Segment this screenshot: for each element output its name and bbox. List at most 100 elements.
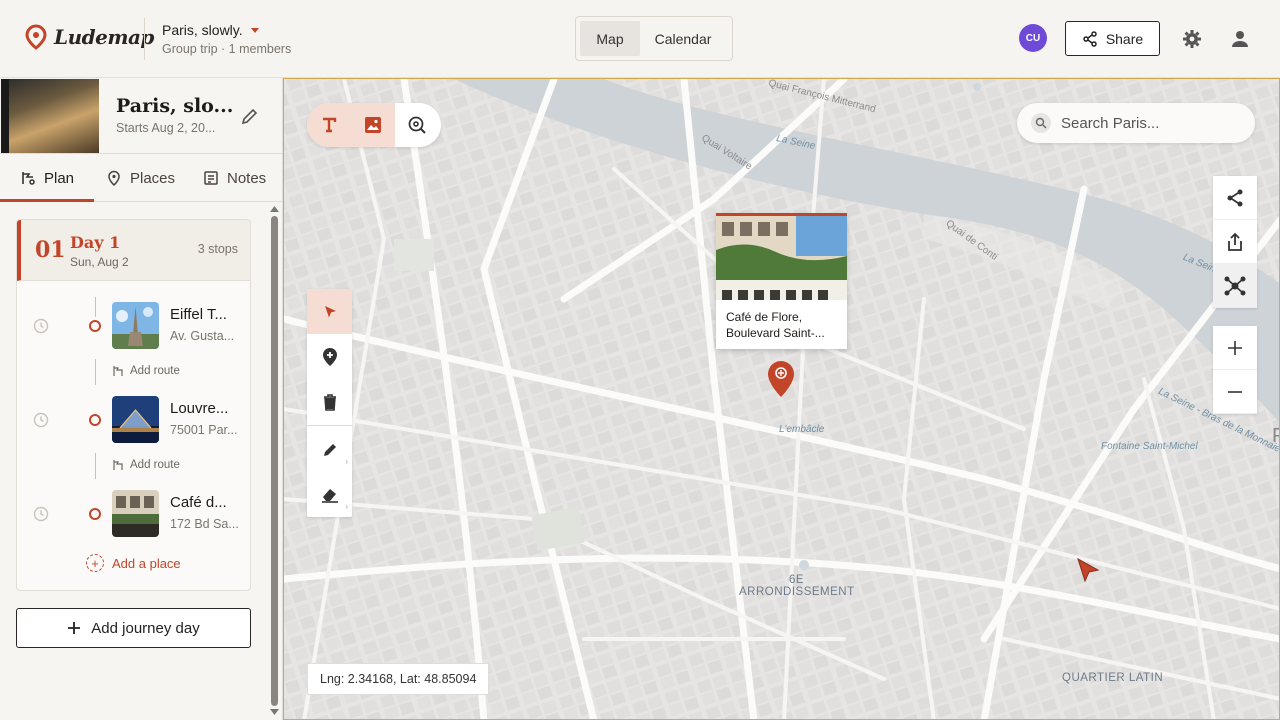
share-map-button[interactable] xyxy=(1213,176,1257,220)
add-route-button[interactable]: Add route xyxy=(112,459,180,471)
minus-icon xyxy=(1228,390,1242,393)
add-pin-icon xyxy=(322,347,337,366)
clock-icon[interactable] xyxy=(33,506,49,522)
day-header[interactable]: 01 Day 1 Sun, Aug 2 3 stops xyxy=(17,220,250,281)
clock-icon[interactable] xyxy=(33,412,49,428)
trip-cover-image xyxy=(1,79,99,153)
timeline-line xyxy=(95,359,96,385)
timeline-line xyxy=(95,453,96,479)
location-search-tool-button[interactable] xyxy=(395,103,439,147)
search-icon xyxy=(1031,113,1051,133)
export-icon xyxy=(1228,232,1242,251)
trip-card: Paris, slo... Starts Aug 2, 20... xyxy=(0,78,283,154)
day-name: Day 1 xyxy=(70,233,121,252)
select-tool-button[interactable] xyxy=(307,289,352,334)
settings-icon[interactable] xyxy=(1181,28,1203,50)
annotation-toolbar xyxy=(307,103,441,147)
list-item[interactable]: Café d... 172 Bd Sa... xyxy=(17,489,250,539)
place-address: 75001 Par... xyxy=(170,423,238,437)
network-icon xyxy=(1224,276,1246,295)
share-button[interactable]: Share xyxy=(1065,21,1160,56)
search-placeholder: Search Paris... xyxy=(1061,114,1160,132)
edge-label: P xyxy=(1272,425,1279,448)
route-icon xyxy=(113,460,123,470)
logo-text: Ludemap xyxy=(54,25,154,49)
map-canvas[interactable]: Quai François Mitterrand Quai Voltaire L… xyxy=(283,78,1280,720)
tab-places[interactable]: Places xyxy=(106,154,175,202)
place-image xyxy=(112,396,159,443)
sidebar-tabs: Plan Places Notes xyxy=(0,154,283,202)
export-button[interactable] xyxy=(1213,220,1257,264)
scroll-up-icon[interactable] xyxy=(270,206,279,212)
map-base xyxy=(284,79,1279,719)
text-icon xyxy=(323,117,337,133)
landmark-label: L'embâcle xyxy=(779,424,825,435)
tab-plan[interactable]: Plan xyxy=(20,154,74,202)
tab-calendar[interactable]: Calendar xyxy=(640,21,726,56)
day-number: 01 xyxy=(35,237,66,263)
route-icon xyxy=(113,366,123,376)
avatar[interactable]: CU xyxy=(1019,24,1047,52)
popup-image xyxy=(716,216,847,300)
user-icon[interactable] xyxy=(1229,28,1251,50)
pin-icon xyxy=(108,170,120,186)
app-header: Ludemap Paris, slowly. Group trip · 1 me… xyxy=(0,0,1280,78)
trip-selector[interactable]: Paris, slowly. xyxy=(162,22,259,38)
place-name: Louvre... xyxy=(170,400,229,417)
map-pin-marker[interactable] xyxy=(767,360,795,398)
timeline-dot xyxy=(89,414,101,426)
add-place-button[interactable]: + Add a place xyxy=(86,554,181,572)
logo[interactable]: Ludemap xyxy=(24,24,154,50)
share-icon xyxy=(1083,30,1097,47)
place-name: Eiffel T... xyxy=(170,306,227,323)
place-popup[interactable]: Café de Flore, Boulevard Saint-... xyxy=(716,213,847,349)
plan-icon xyxy=(22,172,35,185)
network-view-button[interactable] xyxy=(1213,264,1257,308)
location-search-icon xyxy=(408,116,426,134)
share-icon xyxy=(1227,189,1243,206)
image-icon xyxy=(365,117,381,133)
clock-icon[interactable] xyxy=(33,318,49,334)
image-tool-button[interactable] xyxy=(351,103,395,147)
tab-notes[interactable]: Notes xyxy=(203,154,266,202)
place-name: Café d... xyxy=(170,494,227,511)
trip-name: Paris, slo... xyxy=(116,95,234,117)
day-card: 01 Day 1 Sun, Aug 2 3 stops Eiffel T... … xyxy=(16,219,251,591)
sidebar-scrollbar[interactable] xyxy=(270,206,279,715)
list-item[interactable]: Eiffel T... Av. Gusta... xyxy=(17,301,250,351)
popup-title: Café de Flore, Boulevard Saint-... xyxy=(726,310,825,340)
scrollbar-thumb[interactable] xyxy=(271,216,278,706)
toolbar-divider xyxy=(307,425,352,426)
share-label: Share xyxy=(1105,30,1144,47)
zoom-out-button[interactable] xyxy=(1213,370,1257,414)
plus-icon xyxy=(68,622,81,634)
day-date: Sun, Aug 2 xyxy=(70,255,129,269)
tab-map[interactable]: Map xyxy=(580,21,640,56)
eraser-tool-button[interactable]: › xyxy=(307,472,352,517)
delete-tool-button[interactable] xyxy=(307,379,352,424)
add-route-button[interactable]: Add route xyxy=(112,365,180,377)
trip-subtitle: Group trip · 1 members xyxy=(162,42,292,56)
add-pin-tool-button[interactable] xyxy=(307,334,352,379)
add-journey-day-button[interactable]: Add journey day xyxy=(16,608,251,648)
district-label: QUARTIER LATIN xyxy=(1062,672,1164,684)
draw-tool-button[interactable]: › xyxy=(307,427,352,472)
list-item[interactable]: Louvre... 75001 Par... xyxy=(17,395,250,445)
sidebar: Paris, slo... Starts Aug 2, 20... Plan P… xyxy=(0,78,283,720)
text-tool-button[interactable] xyxy=(307,103,351,147)
scroll-down-icon[interactable] xyxy=(270,709,279,715)
view-switcher: Map Calendar xyxy=(575,16,733,61)
plus-icon: + xyxy=(86,554,104,572)
pencil-icon[interactable] xyxy=(240,106,260,126)
map-search-input[interactable]: Search Paris... xyxy=(1017,103,1255,143)
zoom-controls xyxy=(1213,326,1257,414)
chevron-down-icon xyxy=(250,27,259,33)
logo-pin-icon xyxy=(25,24,47,50)
eraser-icon xyxy=(321,488,338,503)
day-stops-count: 3 stops xyxy=(197,242,238,256)
trip-start-date: Starts Aug 2, 20... xyxy=(116,121,216,135)
active-tab-indicator xyxy=(0,199,94,202)
coordinates-readout: Lng: 2.34168, Lat: 48.85094 xyxy=(307,663,490,695)
zoom-in-button[interactable] xyxy=(1213,326,1257,370)
notes-icon xyxy=(204,171,218,185)
